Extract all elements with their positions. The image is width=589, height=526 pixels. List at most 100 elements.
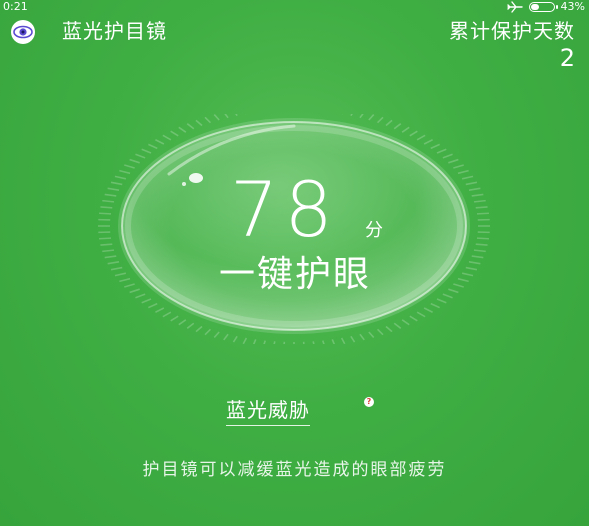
tick-mark [223, 333, 229, 341]
tick-mark [170, 315, 179, 322]
tick-mark [263, 340, 266, 344]
tick-mark [475, 243, 488, 246]
tick-mark [107, 261, 120, 265]
tick-mark [401, 319, 410, 326]
tick-mark [119, 277, 131, 283]
tick-mark [340, 337, 346, 344]
tick-mark [195, 325, 203, 333]
tick-mark [114, 272, 127, 277]
tick-mark [124, 283, 135, 288]
tick-mark [385, 119, 393, 127]
tick-mark [141, 148, 152, 154]
tick-mark [104, 255, 117, 259]
eye-score-value: 78 [230, 165, 339, 254]
status-time: 0:21 [3, 0, 28, 13]
tick-mark [476, 212, 489, 215]
tick-mark [465, 181, 478, 186]
tick-mark [442, 153, 453, 159]
tick-mark [376, 116, 384, 124]
tick-mark [423, 307, 433, 313]
tick-mark [162, 134, 172, 141]
tick-mark [99, 237, 112, 240]
description-text: 护目镜可以减缓蓝光造成的眼部疲劳 [142, 460, 447, 480]
tick-mark [155, 139, 165, 145]
tick-mark [359, 114, 364, 119]
tick-mark [129, 288, 140, 294]
tick-mark [416, 134, 426, 141]
tick-mark [359, 333, 365, 341]
tick-mark [312, 341, 315, 344]
tick-mark [242, 337, 248, 344]
tick-mark [107, 187, 120, 191]
tick-mark [476, 237, 489, 240]
tick-mark [461, 175, 474, 180]
tick-mark [213, 114, 220, 121]
tick-mark [178, 126, 187, 133]
tick-mark [178, 319, 187, 326]
tick-mark [385, 325, 393, 333]
battery-percent: 43% [560, 0, 585, 13]
tick-mark [155, 307, 165, 313]
tick-mark [436, 298, 447, 304]
tick-mark [204, 328, 212, 336]
tick-mark [102, 199, 115, 203]
tick-mark [409, 315, 418, 322]
protection-days-label: 累计保护天数 [449, 19, 575, 43]
tick-mark [457, 169, 469, 175]
status-indicators: 43% [506, 0, 585, 14]
tick-mark [102, 249, 115, 253]
tick-mark [393, 322, 402, 329]
tick-mark [124, 164, 135, 169]
tick-mark [104, 193, 117, 197]
battery-icon [528, 2, 558, 12]
tick-mark [457, 277, 469, 283]
tick-mark [148, 143, 158, 150]
tick-mark [213, 331, 220, 338]
tick-mark [393, 123, 402, 130]
eye-score-unit: 分 [365, 220, 383, 241]
tick-mark [350, 335, 356, 343]
tick-mark [448, 158, 459, 164]
tick-mark [100, 243, 113, 246]
tick-mark [186, 123, 195, 130]
tick-mark [110, 181, 123, 186]
question-icon[interactable]: ? [364, 397, 374, 407]
tick-mark [475, 206, 488, 209]
one-tap-eye-protect-button[interactable]: 一键护眼 [180, 252, 410, 298]
tick-mark [162, 311, 172, 318]
tick-mark [416, 311, 426, 318]
battery-fill [530, 4, 540, 10]
blue-light-threat-link[interactable]: 蓝光威胁 [226, 396, 310, 426]
tick-mark [423, 139, 433, 145]
tick-mark [442, 293, 453, 299]
tick-mark [430, 302, 440, 309]
tick-mark [448, 288, 459, 294]
tick-mark [135, 153, 146, 159]
tick-mark [119, 169, 131, 175]
tick-mark [110, 266, 123, 271]
tick-mark [252, 339, 257, 344]
tick-mark [322, 340, 325, 344]
tick-mark [473, 249, 486, 253]
tick-mark [135, 293, 146, 299]
tick-mark [283, 341, 286, 344]
tick-mark [302, 341, 305, 344]
protection-days-value: 2 [559, 44, 575, 72]
tick-mark [453, 164, 464, 169]
tick-mark [273, 341, 276, 344]
tick-mark [99, 212, 112, 215]
tick-mark [471, 193, 484, 197]
tick-mark [350, 114, 353, 117]
tick-mark [232, 335, 238, 343]
tick-mark [465, 266, 478, 271]
tick-mark [468, 261, 481, 265]
tick-mark [453, 283, 464, 288]
tick-mark [471, 255, 484, 259]
tick-mark [376, 328, 384, 336]
status-bar: 0:21 43% [0, 0, 589, 14]
tick-mark [195, 119, 203, 127]
tick-mark [204, 116, 212, 124]
tick-mark [235, 114, 238, 117]
tick-mark [468, 187, 481, 191]
tick-mark [141, 298, 152, 304]
